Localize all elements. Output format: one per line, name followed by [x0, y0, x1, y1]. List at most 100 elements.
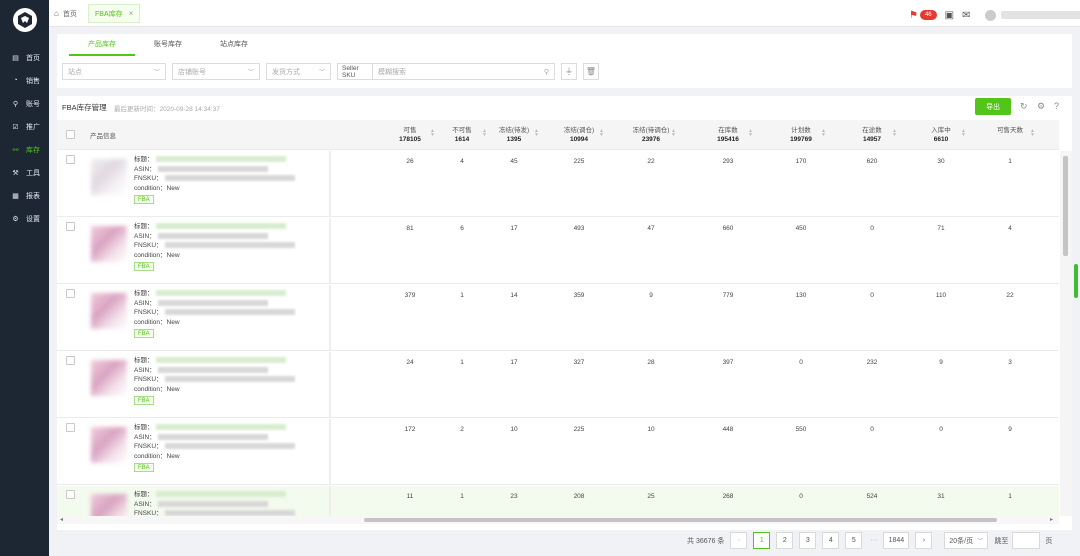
export-button[interactable]: 导出	[975, 98, 1011, 115]
sort-icon[interactable]: ▲ ▼	[430, 129, 435, 138]
sidebar-item-5[interactable]: ⚒ 工具	[0, 161, 49, 184]
search-icon[interactable]: ⚲	[544, 68, 549, 76]
column-header-4[interactable]: 冻结(待调仓) 23976	[626, 126, 676, 144]
username-blurred[interactable]	[1000, 11, 1080, 19]
sort-icon[interactable]: ▲ ▼	[821, 129, 826, 138]
sort-icon[interactable]: ▲ ▼	[748, 129, 753, 138]
filter-clear-button[interactable]: ⏚	[561, 63, 577, 80]
column-header-0[interactable]: 可售 178105	[385, 126, 435, 144]
cell-value: 26	[406, 158, 414, 165]
gear-icon[interactable]: ⚙	[1037, 101, 1045, 112]
scroll-left-icon[interactable]: ◂	[60, 516, 63, 523]
horizontal-scrollbar[interactable]: ◂ ▸	[57, 516, 1059, 524]
scroll-right-icon[interactable]: ▸	[1050, 516, 1053, 523]
row-checkbox[interactable]	[66, 222, 75, 231]
help-icon[interactable]: ?	[1054, 101, 1059, 111]
column-header-8[interactable]: 入库中 6610	[916, 126, 966, 144]
store-select[interactable]: 店铺账号 ﹀	[172, 63, 260, 80]
product-image[interactable]	[91, 159, 127, 195]
product-image[interactable]	[91, 360, 127, 396]
table-row[interactable]: 标题： ASIN： FNSKU： condition：New FBA 26 4 45 225 22…	[57, 151, 1059, 217]
page-3[interactable]: 3	[799, 532, 817, 549]
horizontal-scroll-thumb[interactable]	[364, 518, 997, 522]
sort-icon[interactable]: ▲ ▼	[671, 129, 676, 138]
page-last[interactable]: 1844	[883, 532, 910, 549]
product-image[interactable]	[91, 427, 127, 463]
column-header-9[interactable]: 可售天数	[985, 126, 1035, 135]
sidebar-item-0[interactable]: ▤ 首页	[0, 46, 49, 69]
sort-icon[interactable]: ▲ ▼	[599, 129, 604, 138]
table-row[interactable]: 标题： ASIN： FNSKU： condition：New FBA 24 1 17 327 28…	[57, 352, 1059, 418]
column-header-6[interactable]: 计划数 199769	[776, 126, 826, 144]
column-header-5[interactable]: 在库数 195416	[703, 126, 753, 144]
notification-badge[interactable]: 46	[919, 10, 937, 20]
sort-icon[interactable]: ▲ ▼	[534, 129, 539, 138]
table-row[interactable]: 标题：ASIN：FNSKU：condition：NewFBA1112320825…	[57, 486, 1059, 516]
page-1[interactable]: 1	[753, 532, 771, 549]
site-select[interactable]: 站点 ﹀	[62, 63, 166, 80]
table-row[interactable]: 标题： ASIN： FNSKU： condition：New FBA 379 1 14 359 9…	[57, 285, 1059, 351]
jump-label: 跳至	[994, 537, 1009, 545]
delete-button[interactable]: 🗑	[583, 63, 599, 80]
cell-value: 17	[510, 359, 518, 366]
sort-icon[interactable]: ▲ ▼	[482, 129, 487, 138]
product-image[interactable]	[91, 494, 127, 516]
cell-value: 30	[937, 158, 945, 165]
table-row[interactable]: 标题： ASIN： FNSKU： condition：New FBA 172 2 10 225 1…	[57, 419, 1059, 485]
row-checkbox[interactable]	[66, 423, 75, 432]
tab-1[interactable]: 账号库存	[135, 34, 201, 56]
row-checkbox[interactable]	[66, 490, 75, 499]
column-header-1[interactable]: 不可售 1614	[437, 126, 487, 144]
search-input[interactable]: 模糊搜索 ⚲	[373, 63, 555, 80]
page-4[interactable]: 4	[822, 532, 840, 549]
close-icon[interactable]: ×	[129, 9, 134, 18]
table-row[interactable]: 标题： ASIN： FNSKU： condition：New FBA 81 6 17 493 47…	[57, 218, 1059, 284]
sidebar-item-3[interactable]: ☑ 推广	[0, 115, 49, 138]
next-page-button[interactable]: ›	[915, 532, 933, 549]
product-image[interactable]	[91, 293, 127, 329]
avatar[interactable]	[984, 9, 996, 21]
tab-fba-inventory[interactable]: FBA库存 ×	[88, 4, 141, 23]
column-header-3[interactable]: 冻结(调仓) 10994	[554, 126, 604, 144]
sidebar-item-4[interactable]: ⚯ 库存	[0, 138, 49, 161]
ship-method-select[interactable]: 发货方式 ﹀	[266, 63, 331, 80]
mail-icon[interactable]: ✉	[962, 10, 970, 21]
nav-icon: ▤	[12, 54, 19, 62]
page-size-value: 20条/页	[949, 537, 974, 545]
condition-text: condition：New	[134, 251, 180, 259]
calendar-icon[interactable]: ▣	[945, 10, 954, 21]
app-logo[interactable]	[13, 8, 37, 32]
sidebar-item-6[interactable]: ▦ 报表	[0, 184, 49, 207]
tab-home[interactable]: ⌂ 首页	[54, 0, 77, 27]
sku-type-select[interactable]: Seller SKU	[337, 63, 373, 80]
tab-0[interactable]: 产品库存	[69, 34, 135, 56]
refresh-icon[interactable]: ↻	[1020, 101, 1028, 112]
page-scroll-thumb[interactable]	[1074, 264, 1078, 298]
page-5[interactable]: 5	[845, 532, 863, 549]
vertical-scrollbar[interactable]	[1060, 151, 1072, 516]
page-size-select[interactable]: 20条/页 ﹀	[944, 532, 989, 549]
nav-icon: ⚙	[12, 215, 19, 223]
column-header-2[interactable]: 冻结(待发) 1395	[489, 126, 539, 144]
jump-page-input[interactable]	[1012, 532, 1041, 549]
sidebar-item-2[interactable]: ⚲ 账号	[0, 92, 49, 115]
prev-page-button[interactable]: ‹	[730, 532, 748, 549]
sort-icon[interactable]: ▲ ▼	[892, 129, 897, 138]
tab-2[interactable]: 站点库存	[201, 34, 267, 56]
row-checkbox[interactable]	[66, 155, 75, 164]
sort-icon[interactable]: ▲ ▼	[961, 129, 966, 138]
product-image[interactable]	[91, 226, 127, 262]
cell-value: 110	[935, 292, 947, 299]
row-checkbox[interactable]	[66, 356, 75, 365]
page-2[interactable]: 2	[776, 532, 794, 549]
asin-label: ASIN：	[134, 366, 156, 374]
select-all-checkbox[interactable]	[66, 130, 75, 139]
flag-icon[interactable]: ⚑	[909, 10, 918, 21]
sidebar-item-1[interactable]: ◔ 销售	[0, 69, 49, 92]
ellipsis[interactable]: ···	[870, 537, 877, 544]
vertical-scroll-thumb[interactable]	[1063, 156, 1068, 256]
column-header-7[interactable]: 在途数 14957	[847, 126, 897, 144]
sort-icon[interactable]: ▲ ▼	[1030, 129, 1035, 138]
sidebar-item-7[interactable]: ⚙ 设置	[0, 207, 49, 230]
row-checkbox[interactable]	[66, 289, 75, 298]
